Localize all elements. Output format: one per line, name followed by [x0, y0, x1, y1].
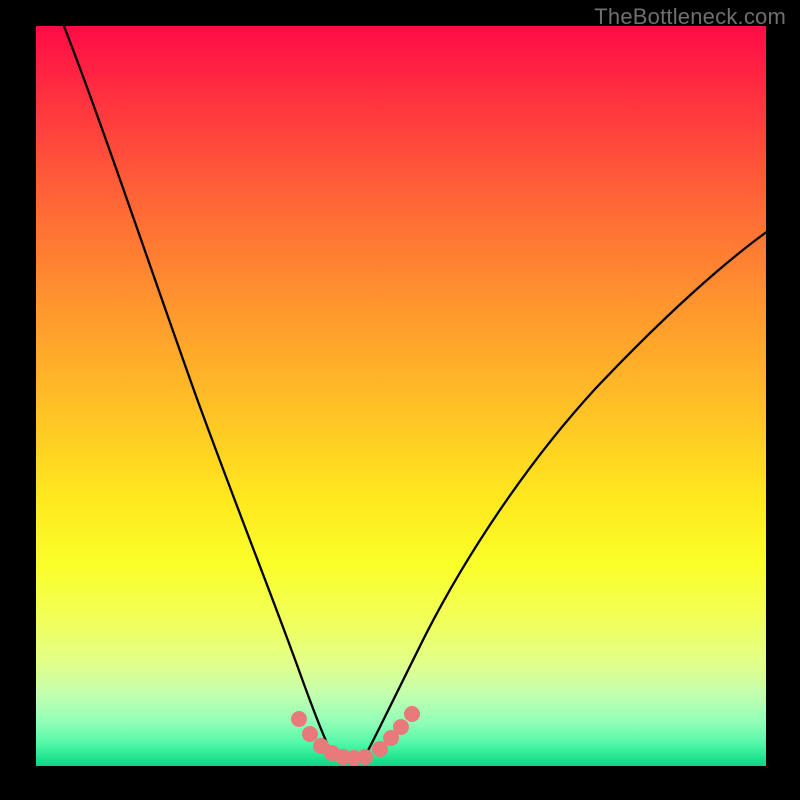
- marker-dot: [302, 726, 318, 742]
- curve-right: [364, 231, 768, 758]
- marker-dot: [357, 749, 373, 765]
- marker-dot: [291, 711, 307, 727]
- chart-overlay: [36, 26, 766, 766]
- curve-group: [58, 11, 768, 758]
- marker-dot: [393, 719, 409, 735]
- marker-dot: [404, 706, 420, 722]
- curve-left: [58, 11, 332, 754]
- marker-group: [291, 706, 420, 766]
- chart-frame: TheBottleneck.com: [0, 0, 800, 800]
- watermark-text: TheBottleneck.com: [594, 4, 786, 30]
